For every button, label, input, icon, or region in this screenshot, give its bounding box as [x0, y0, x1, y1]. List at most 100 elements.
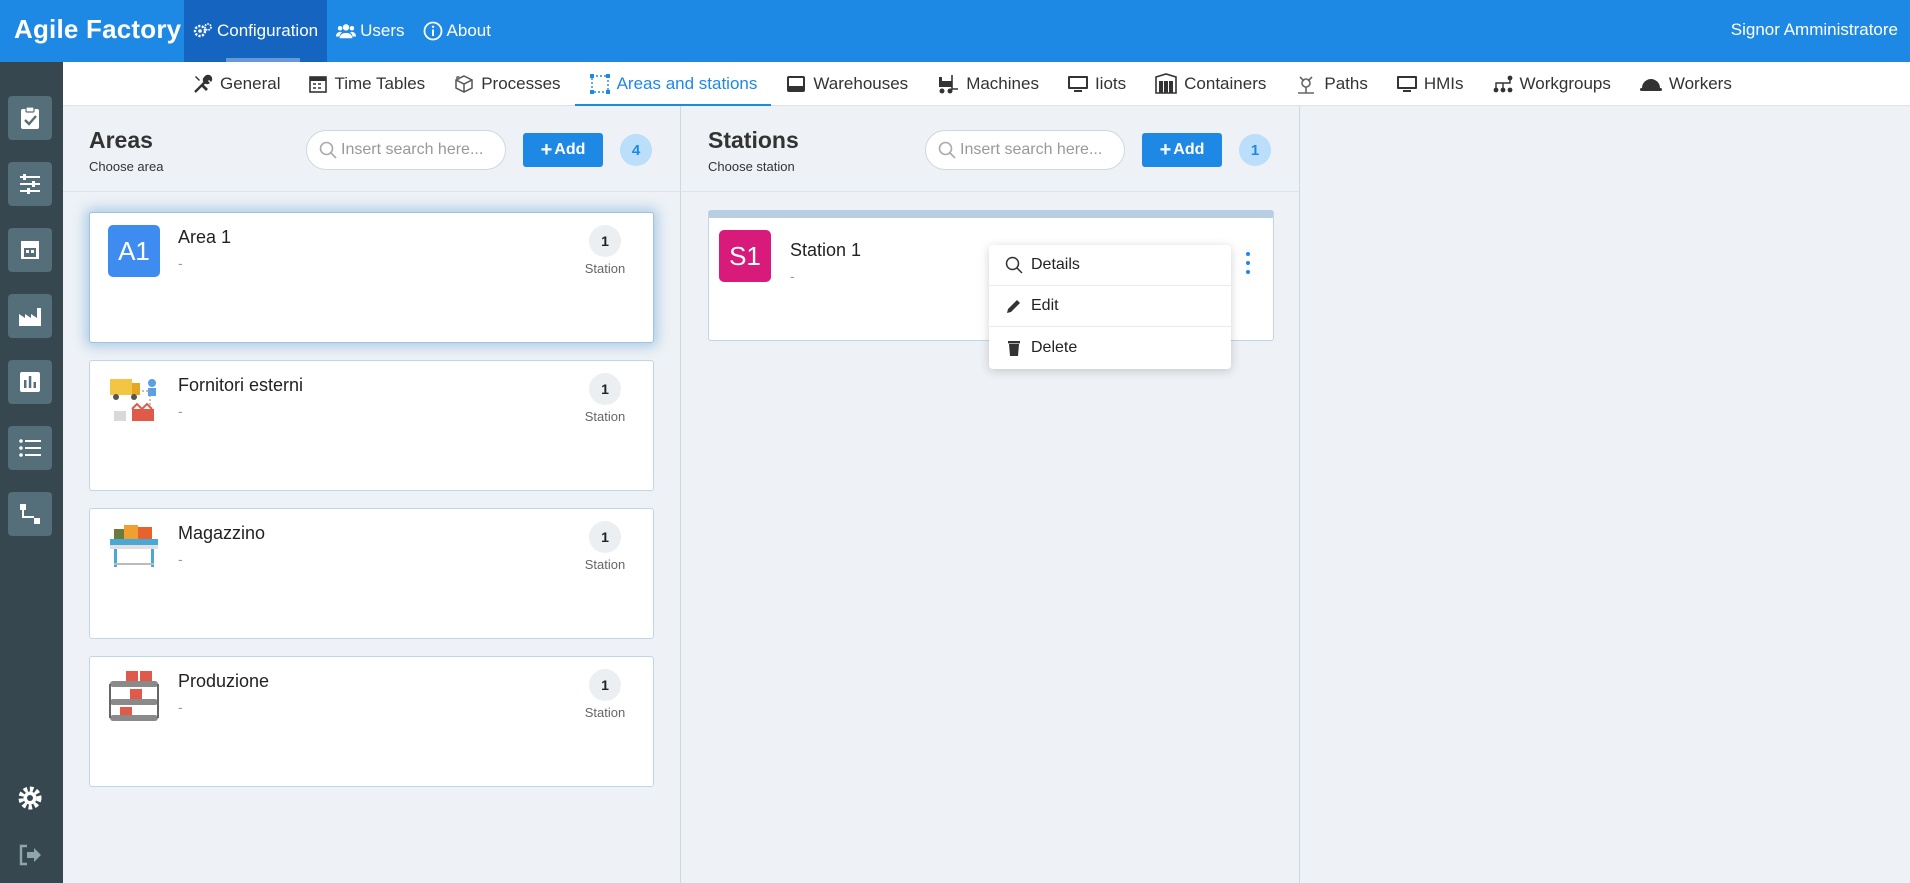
- tab-machines-label: Machines: [966, 74, 1039, 93]
- add-station-button[interactable]: + Add: [1142, 133, 1222, 167]
- area-card[interactable]: Fornitori esterni - 1 Station: [89, 360, 654, 491]
- menu-item-delete-label: Delete: [1031, 338, 1078, 356]
- search-icon: [1005, 256, 1023, 274]
- menu-item-details[interactable]: Details: [989, 245, 1231, 286]
- sidebar-orders-button[interactable]: [8, 96, 52, 140]
- gears-icon: [193, 21, 213, 41]
- tab-iiots-label: Iiots: [1094, 74, 1127, 93]
- tab-processes[interactable]: Processes: [439, 62, 574, 106]
- area-name: Magazzino: [178, 523, 266, 543]
- sidebar-settings-button[interactable]: [10, 778, 50, 818]
- add-station-label: Add: [1173, 141, 1205, 158]
- areas-subtitle: Choose area: [89, 159, 164, 174]
- areas-search[interactable]: [306, 130, 506, 170]
- area-card[interactable]: A1 Area 1 - 1 Station: [89, 212, 654, 343]
- tab-machines[interactable]: Machines: [922, 62, 1053, 106]
- area-description: -: [178, 403, 183, 419]
- sidebar-flow-button[interactable]: [8, 492, 52, 536]
- tab-iiots[interactable]: Iiots: [1053, 62, 1140, 106]
- sidebar-warehouse-button[interactable]: [8, 228, 52, 272]
- menu-item-edit[interactable]: Edit: [989, 286, 1231, 327]
- station-count-badge: 1: [589, 225, 621, 257]
- workflow-icon: [1493, 75, 1512, 93]
- stations-subtitle: Choose station: [708, 159, 795, 174]
- area-card[interactable]: Produzione - 1 Station: [89, 656, 654, 787]
- robot-arm-icon: [1298, 76, 1315, 94]
- stations-search-input[interactable]: [960, 141, 1120, 159]
- user-name[interactable]: Signor Amministratore: [1731, 20, 1898, 40]
- areas-column: Areas Choose area + Add 4 A1 Area 1 - 1 …: [63, 106, 681, 883]
- forklift-icon: [939, 75, 959, 94]
- nav-users[interactable]: Users: [327, 0, 413, 62]
- tab-hmis[interactable]: HMIs: [1382, 62, 1478, 106]
- tab-paths-label: Paths: [1324, 74, 1368, 93]
- sidebar-list-button[interactable]: [8, 426, 52, 470]
- station-avatar: S1: [719, 230, 771, 282]
- station-count-badge: 1: [589, 373, 621, 405]
- stations-title: Stations: [708, 127, 799, 153]
- tab-time-tables-label: Time Tables: [334, 74, 426, 93]
- tab-areas-label: Areas and stations: [616, 74, 758, 93]
- warehouse-icon: [21, 241, 39, 259]
- station-context-menu: Details Edit Delete: [989, 245, 1231, 369]
- nav-configuration[interactable]: Configuration: [184, 0, 328, 62]
- station-count-badge: 1: [589, 669, 621, 701]
- sub-nav: General Time Tables Processes Areas and …: [63, 62, 1910, 106]
- add-area-label: Add: [554, 141, 586, 158]
- area-name: Fornitori esterni: [178, 375, 304, 395]
- sidebar-planning-button[interactable]: [8, 162, 52, 206]
- tab-areas-and-stations[interactable]: Areas and stations: [574, 62, 772, 106]
- tab-workgroups[interactable]: Workgroups: [1478, 62, 1625, 106]
- container-icon: [1155, 73, 1177, 94]
- area-description: -: [178, 255, 183, 271]
- tab-general-label: General: [220, 74, 281, 93]
- info-icon: [423, 21, 443, 41]
- tab-general[interactable]: General: [178, 62, 294, 106]
- tab-time-tables[interactable]: Time Tables: [294, 62, 439, 106]
- station-count-label: Station: [584, 557, 626, 572]
- sidebar-stats-button[interactable]: [8, 360, 52, 404]
- gear-icon: [18, 786, 42, 810]
- display-icon: [1396, 76, 1417, 92]
- stations-column: Stations Choose station + Add 1 S1 Stati…: [682, 106, 1300, 883]
- app-title[interactable]: Agile Factory: [14, 14, 181, 45]
- tab-containers[interactable]: Containers: [1140, 62, 1280, 106]
- tab-warehouses-label: Warehouses: [813, 74, 909, 93]
- sidebar-factory-button[interactable]: [8, 294, 52, 338]
- tab-workers[interactable]: Workers: [1625, 62, 1746, 106]
- menu-item-delete[interactable]: Delete: [989, 327, 1231, 368]
- add-area-button[interactable]: + Add: [523, 133, 603, 167]
- station-count-label: Station: [584, 409, 626, 424]
- tab-workers-label: Workers: [1668, 74, 1732, 93]
- more-options-icon[interactable]: [1243, 252, 1253, 274]
- cube-icon: [455, 75, 473, 93]
- areas-search-input[interactable]: [341, 141, 501, 159]
- factory-icon: [19, 308, 41, 326]
- conveyor-illustration: [109, 671, 159, 721]
- search-icon: [938, 141, 956, 159]
- sidebar-logout-button[interactable]: [10, 835, 50, 875]
- stations-search[interactable]: [925, 130, 1125, 170]
- station-description: -: [790, 268, 795, 284]
- station-card[interactable]: S1 Station 1 - Details Edit Delete: [708, 210, 1274, 369]
- inbox-icon: [787, 76, 806, 92]
- station-count-label: Station: [584, 705, 626, 720]
- nav-about[interactable]: About: [414, 0, 500, 62]
- tab-processes-label: Processes: [481, 74, 561, 93]
- top-nav: Configuration Users About: [184, 0, 500, 62]
- nav-about-label: About: [446, 21, 491, 40]
- hard-hat-icon: [1639, 79, 1662, 91]
- bar-chart-icon: [20, 372, 40, 392]
- flow-icon: [20, 504, 40, 524]
- tab-paths[interactable]: Paths: [1280, 62, 1381, 106]
- tab-warehouses[interactable]: Warehouses: [771, 62, 922, 106]
- calendar-icon: [309, 76, 328, 93]
- pencil-icon: [1007, 300, 1020, 313]
- sliders-icon: [20, 174, 40, 194]
- station-count-badge: 1: [589, 521, 621, 553]
- top-bar: Agile Factory Configuration Users About …: [0, 0, 1910, 62]
- station-name: Station 1: [790, 240, 862, 260]
- users-icon: [336, 21, 357, 41]
- tools-icon: [194, 74, 213, 93]
- area-card[interactable]: Magazzino - 1 Station: [89, 508, 654, 639]
